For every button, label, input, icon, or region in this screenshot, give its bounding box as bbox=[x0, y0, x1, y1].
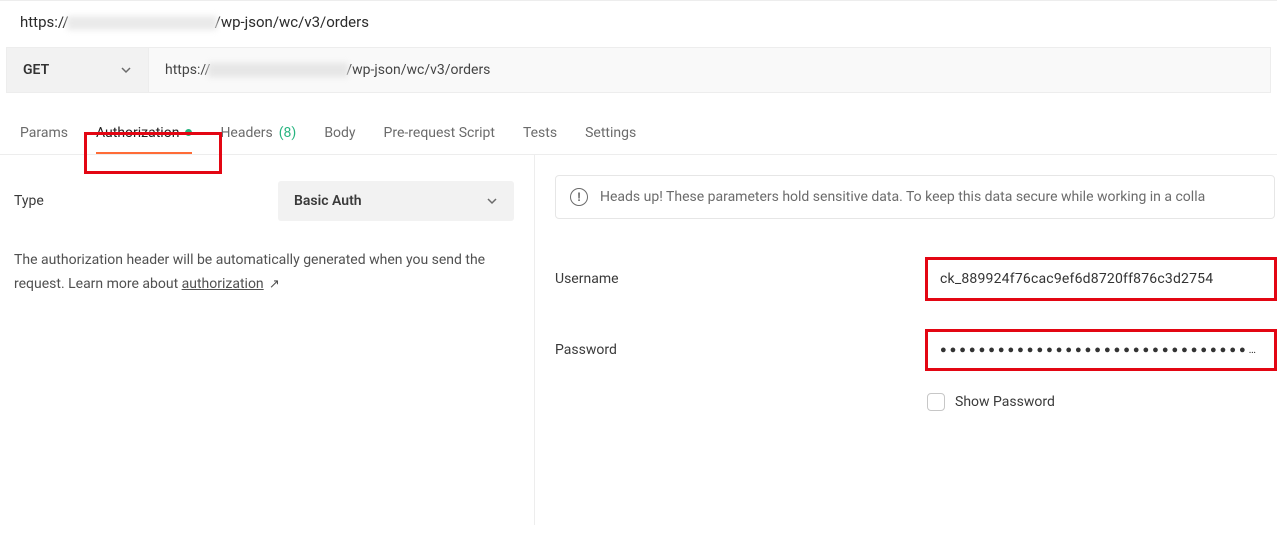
request-tabs: Params Authorization Headers (8) Body Pr… bbox=[0, 113, 1277, 155]
external-link-icon: ↗ bbox=[266, 277, 280, 292]
auth-help-text: The authorization header will be automat… bbox=[14, 249, 514, 297]
chevron-down-icon bbox=[120, 64, 132, 76]
show-password-checkbox[interactable] bbox=[927, 393, 945, 411]
tab-tests[interactable]: Tests bbox=[523, 115, 557, 153]
password-label: Password bbox=[555, 342, 927, 358]
auth-type-label: Type bbox=[14, 193, 44, 209]
auth-type-select[interactable]: Basic Auth bbox=[278, 181, 514, 221]
sensitive-data-alert: ! Heads up! These parameters hold sensit… bbox=[555, 175, 1275, 219]
blurred-domain bbox=[208, 63, 348, 77]
authorization-docs-link[interactable]: authorization bbox=[182, 276, 264, 292]
auth-form-panel: ! Heads up! These parameters hold sensit… bbox=[535, 155, 1277, 525]
tab-body[interactable]: Body bbox=[324, 115, 355, 153]
url-input[interactable]: https:///wp-json/wc/v3/orders bbox=[149, 48, 1270, 92]
username-input[interactable]: ck_889924f76cac9ef6d8720ff876c3d2754 bbox=[927, 259, 1275, 299]
auth-type-panel: Type Basic Auth The authorization header… bbox=[0, 155, 535, 525]
username-label: Username bbox=[555, 271, 927, 287]
tab-headers[interactable]: Headers (8) bbox=[220, 115, 296, 153]
http-method-select[interactable]: GET bbox=[7, 48, 149, 92]
http-method-label: GET bbox=[23, 62, 49, 78]
tab-settings[interactable]: Settings bbox=[585, 115, 636, 153]
request-bar: GET https:///wp-json/wc/v3/orders bbox=[6, 47, 1271, 93]
password-input[interactable]: ●●●●●●●●●●●●●●●●●●●●●●●●●●●●●●●●●●●●● bbox=[927, 331, 1275, 369]
show-password-label: Show Password bbox=[955, 394, 1055, 410]
headers-count-badge: (8) bbox=[279, 125, 297, 141]
alert-text: Heads up! These parameters hold sensitiv… bbox=[600, 189, 1205, 205]
status-dot-icon bbox=[185, 129, 192, 136]
blurred-domain bbox=[67, 16, 217, 30]
tab-authorization[interactable]: Authorization bbox=[96, 115, 192, 153]
info-icon: ! bbox=[570, 188, 588, 206]
chevron-down-icon bbox=[486, 195, 498, 207]
auth-type-value: Basic Auth bbox=[294, 193, 362, 209]
request-title: https:///wp-json/wc/v3/orders bbox=[0, 1, 1277, 47]
tab-params[interactable]: Params bbox=[20, 115, 68, 153]
tab-prerequest-script[interactable]: Pre-request Script bbox=[384, 115, 495, 153]
